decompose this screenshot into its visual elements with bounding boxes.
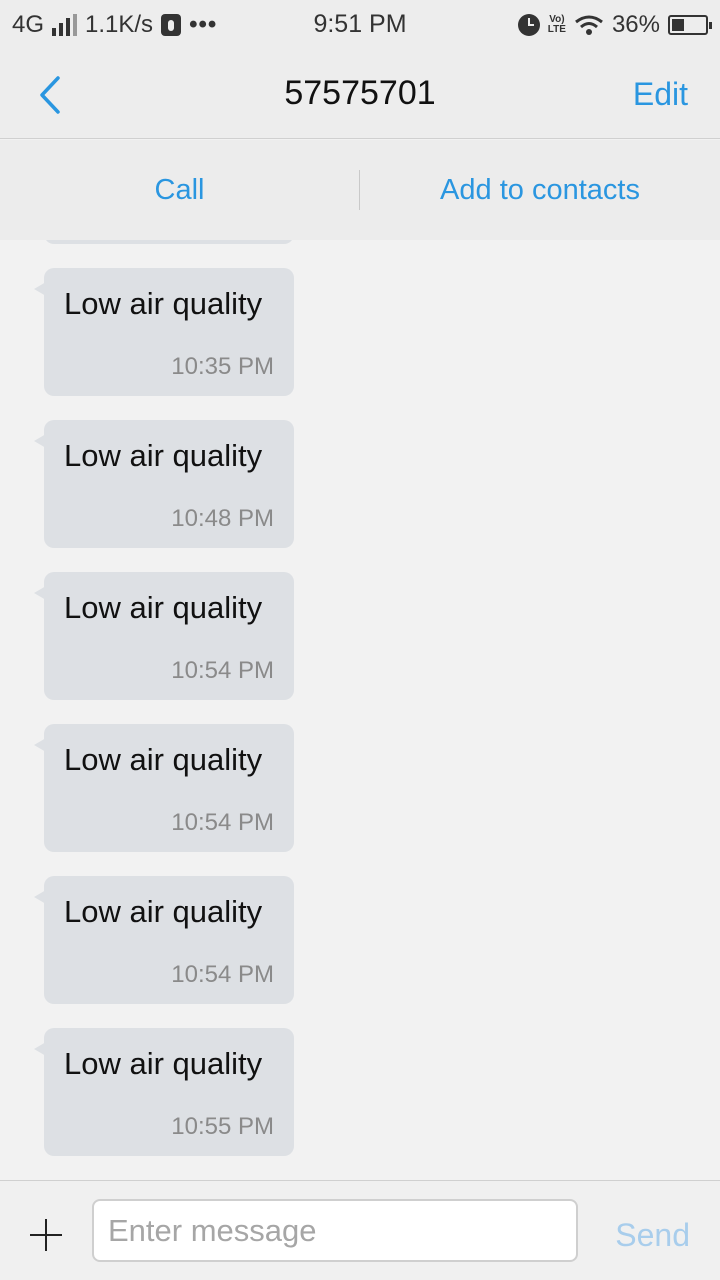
message-time: 10:54 PM [171,809,274,836]
conversation-header: 57575701 Edit [0,50,720,139]
contact-action-bar: Call Add to contacts [0,140,720,240]
message-bubble[interactable]: Low air quality 10:35 PM [34,268,294,396]
message-bubble[interactable]: Low air quality 10:48 PM [34,420,294,548]
message-bubble[interactable]: Low air quality 10:54 PM [34,724,294,852]
message-text: Low air quality [64,438,263,473]
message-input[interactable] [92,1199,578,1262]
message-text: Low air quality [64,286,263,321]
message-time: 10:55 PM [171,1113,274,1140]
status-bar: 4G 1.1K/s ••• 9:51 PM Vo) LTE 36% [0,0,720,50]
wifi-icon [575,15,603,35]
message-list[interactable]: Low air quality 10:35 PM Low air quality… [0,240,720,1180]
message-bubble[interactable]: Low air quality 10:54 PM [34,572,294,700]
message-text: Low air quality [64,590,263,625]
alarm-icon [517,14,540,36]
message-time: 10:54 PM [171,961,274,988]
message-text: Low air quality [64,894,263,929]
message-bubble[interactable]: Low air quality 10:55 PM [34,1028,294,1156]
message-text: Low air quality [64,1046,263,1081]
call-button[interactable]: Call [0,140,359,240]
message-time: 10:54 PM [171,657,274,684]
message-composer: Send [0,1180,720,1280]
edit-button[interactable]: Edit [633,76,688,113]
message-bubble-partial [44,240,294,244]
status-right: Vo) LTE 36% [517,10,712,40]
message-time: 10:48 PM [171,505,274,532]
send-button[interactable]: Send [615,1217,690,1254]
contact-number-title: 57575701 [284,74,436,112]
battery-icon [668,15,712,35]
volte-icon: Vo) LTE [547,14,566,35]
message-bubble[interactable]: Low air quality 10:54 PM [34,876,294,1004]
add-attachment-button[interactable] [30,1219,62,1251]
add-to-contacts-button[interactable]: Add to contacts [360,140,720,240]
battery-percent: 36% [611,11,660,38]
message-text: Low air quality [64,742,263,777]
sms-conversation-screen: 4G 1.1K/s ••• 9:51 PM Vo) LTE 36% 575757… [0,0,720,1280]
message-time: 10:35 PM [171,353,274,380]
